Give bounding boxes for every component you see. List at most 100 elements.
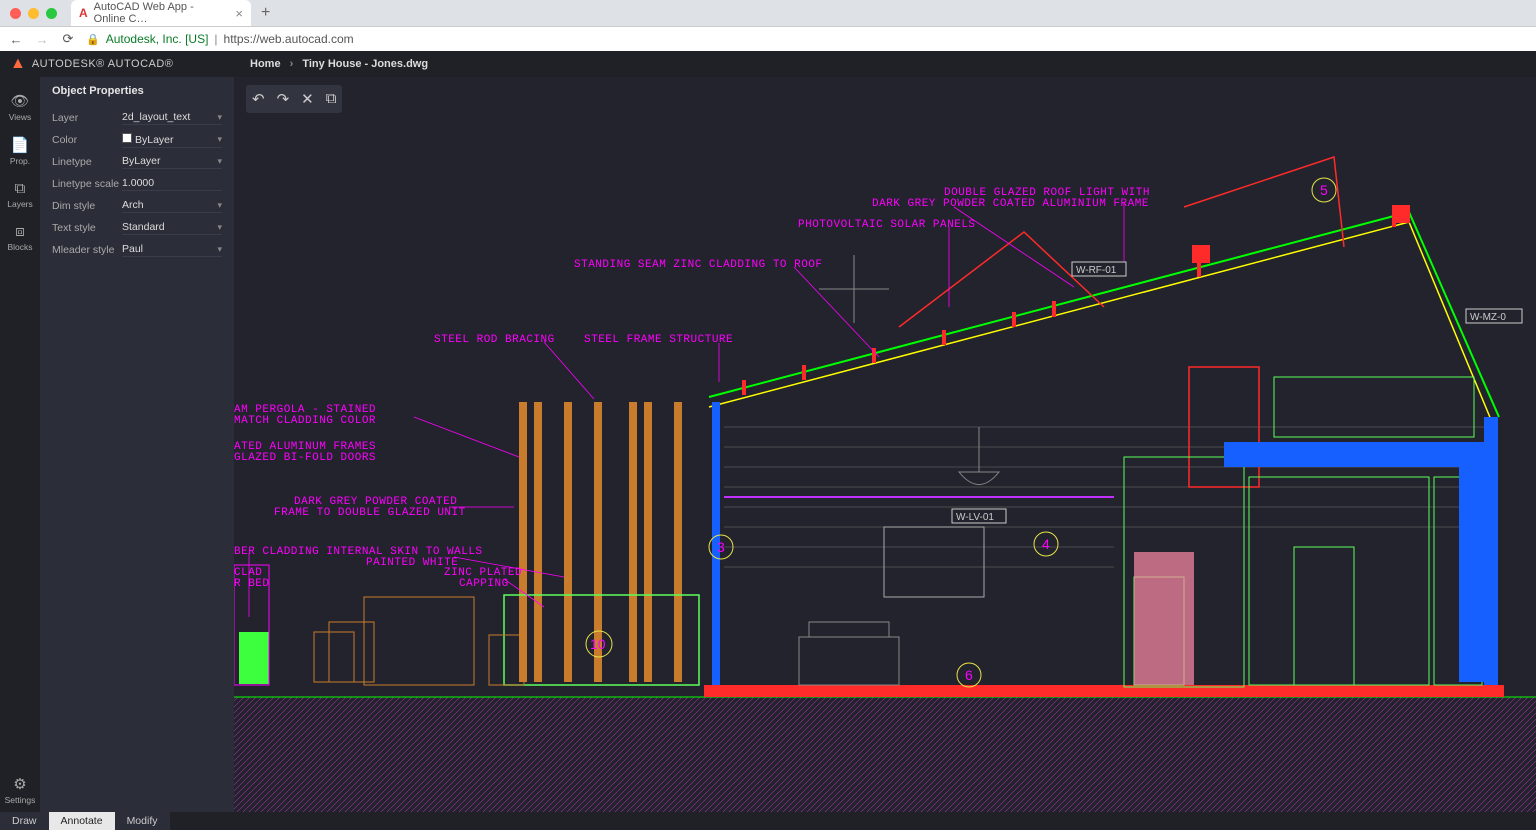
nav-rail: 👁 Views 📄 Prop. ⧉ Layers ⧈ Blocks ⚙ Sett… (0, 77, 40, 812)
crosshair-cursor-icon (819, 255, 889, 323)
roof-light (1184, 157, 1344, 247)
nav-prop[interactable]: 📄 Prop. (0, 129, 40, 173)
nav-label: Layers (7, 199, 33, 209)
drawing-canvas[interactable]: ↶ ↷ ✕ ⧉ (234, 77, 1536, 812)
property-label: Text style (52, 222, 122, 234)
tab-modify[interactable]: Modify (115, 812, 170, 830)
window-controls[interactable] (10, 8, 57, 19)
property-label: Mleader style (52, 244, 122, 256)
property-value: Paul (122, 243, 143, 255)
breadcrumb-sep: › (290, 58, 294, 70)
annotation-text: FRAME TO DOUBLE GLAZED UNIT (274, 507, 466, 519)
cad-tag: W-RF-01 (1072, 262, 1126, 276)
svg-text:4: 4 (1042, 536, 1050, 552)
color-swatch-icon (122, 133, 132, 143)
ground-hatch (234, 697, 1536, 812)
property-value: Standard (122, 221, 165, 233)
nav-layers[interactable]: ⧉ Layers (0, 173, 40, 216)
property-row[interactable]: Layer2d_layout_text▾ (52, 107, 222, 129)
annotation-text: STANDING SEAM ZINC CLADDING TO ROOF (574, 259, 823, 271)
pendant-lamp-icon (959, 472, 999, 485)
circle-mark: 6 (957, 663, 981, 687)
brand-area: ▲ AUTODESK® AUTOCAD® (0, 55, 234, 73)
chevron-down-icon: ▾ (217, 112, 222, 123)
property-row[interactable]: ColorByLayer▾ (52, 129, 222, 151)
property-row[interactable]: Mleader stylePaul ▾ (52, 239, 222, 261)
tab-annotate[interactable]: Annotate (49, 812, 115, 830)
property-row[interactable]: Dim styleArch▾ (52, 195, 222, 217)
breadcrumb: Home › Tiny House - Jones.dwg (234, 58, 428, 70)
svg-text:W-RF-01: W-RF-01 (1076, 265, 1117, 276)
autodesk-logo-icon: ▲ (10, 55, 26, 73)
annotation-text: GLAZED BI-FOLD DOORS (234, 452, 376, 464)
annotation-text: MATCH CLADDING COLOR (234, 415, 376, 427)
property-field[interactable]: ByLayer▾ (122, 133, 222, 148)
address-bar[interactable]: 🔒 Autodesk, Inc. [US] | https://web.auto… (86, 32, 354, 46)
tab-close-icon[interactable]: × (235, 6, 243, 21)
property-row[interactable]: Linetype scale1.0000 (52, 173, 222, 195)
brand-text: AUTODESK® AUTOCAD® (32, 58, 174, 70)
gear-icon: ⚙ (13, 775, 26, 793)
maximize-window-icon[interactable] (46, 8, 57, 19)
svg-text:W-LV-01: W-LV-01 (956, 512, 994, 523)
right-wall (1484, 417, 1498, 687)
property-field[interactable]: 1.0000 (122, 177, 222, 191)
svg-text:3: 3 (717, 539, 725, 555)
property-row[interactable]: LinetypeByLayer▾ (52, 151, 222, 173)
property-field[interactable]: ByLayer▾ (122, 155, 222, 169)
annotation-text: CAPPING (459, 578, 509, 590)
property-label: Color (52, 134, 122, 146)
svg-text:10: 10 (590, 636, 606, 652)
cad-tag: W-MZ-0 (1466, 309, 1522, 323)
circle-mark: 5 (1312, 178, 1336, 202)
mezzanine-slab (1224, 442, 1486, 467)
reload-button[interactable]: ⟳ (60, 31, 76, 47)
property-row[interactable]: Text styleStandard▾ (52, 217, 222, 239)
browser-tab-bar: A AutoCAD Web App - Online C… × + (0, 0, 1536, 26)
annotation-text: PHOTOVOLTAIC SOLAR PANELS (798, 219, 976, 231)
forward-button[interactable]: → (34, 32, 50, 47)
properties-panel: Object Properties Layer2d_layout_text▾Co… (40, 77, 234, 812)
sofa (799, 622, 899, 685)
cad-tag: W-LV-01 (952, 509, 1006, 523)
annotation-text: DARK GREY POWDER COATED ALUMINIUM FRAME (872, 198, 1149, 210)
property-value: Arch (122, 199, 144, 211)
browser-chrome: A AutoCAD Web App - Online C… × + ← → ⟳ … (0, 0, 1536, 51)
nav-blocks[interactable]: ⧈ Blocks (0, 216, 40, 259)
bottom-tab-bar: Draw Annotate Modify (0, 812, 1536, 830)
property-value: 1.0000 (122, 177, 154, 189)
property-field[interactable]: Standard▾ (122, 221, 222, 235)
main-area: 👁 Views 📄 Prop. ⧉ Layers ⧈ Blocks ⚙ Sett… (0, 77, 1536, 812)
close-window-icon[interactable] (10, 8, 21, 19)
chevron-down-icon: ▾ (217, 134, 222, 145)
back-button[interactable]: ← (8, 32, 24, 47)
property-label: Layer (52, 112, 122, 124)
nav-label: Settings (5, 795, 36, 805)
tab-draw[interactable]: Draw (0, 812, 49, 830)
property-field[interactable]: Arch▾ (122, 199, 222, 213)
annotation-text: R BED (234, 578, 270, 590)
nav-settings[interactable]: ⚙ Settings (0, 768, 40, 812)
annotation-text: STEEL FRAME STRUCTURE (584, 334, 733, 346)
nav-views[interactable]: 👁 Views (0, 85, 40, 129)
chevron-down-icon: ▾ (217, 244, 222, 255)
property-field[interactable]: Paul ▾ (122, 243, 222, 257)
cad-drawing[interactable]: STANDING SEAM ZINC CLADDING TO ROOF DOUB… (234, 77, 1536, 812)
circle-mark: 4 (1034, 532, 1058, 556)
property-field[interactable]: 2d_layout_text▾ (122, 111, 222, 125)
breadcrumb-file[interactable]: Tiny House - Jones.dwg (302, 58, 428, 70)
minimize-window-icon[interactable] (28, 8, 39, 19)
breadcrumb-home[interactable]: Home (250, 58, 281, 70)
new-tab-button[interactable]: + (261, 4, 270, 22)
url-org: Autodesk, Inc. [US] (106, 32, 209, 46)
annotation-text: PAINTED WHITE (366, 557, 458, 569)
solar-panel (899, 232, 1104, 327)
nav-label: Prop. (10, 156, 30, 166)
nav-label: Views (9, 112, 32, 122)
lock-icon: 🔒 (86, 33, 100, 46)
browser-tab[interactable]: A AutoCAD Web App - Online C… × (71, 0, 251, 26)
tab-title: AutoCAD Web App - Online C… (94, 1, 224, 25)
app-header: ▲ AUTODESK® AUTOCAD® Home › Tiny House -… (0, 51, 1536, 77)
eye-icon: 👁 (10, 92, 29, 110)
annotation-text: STEEL ROD BRACING (434, 334, 555, 346)
